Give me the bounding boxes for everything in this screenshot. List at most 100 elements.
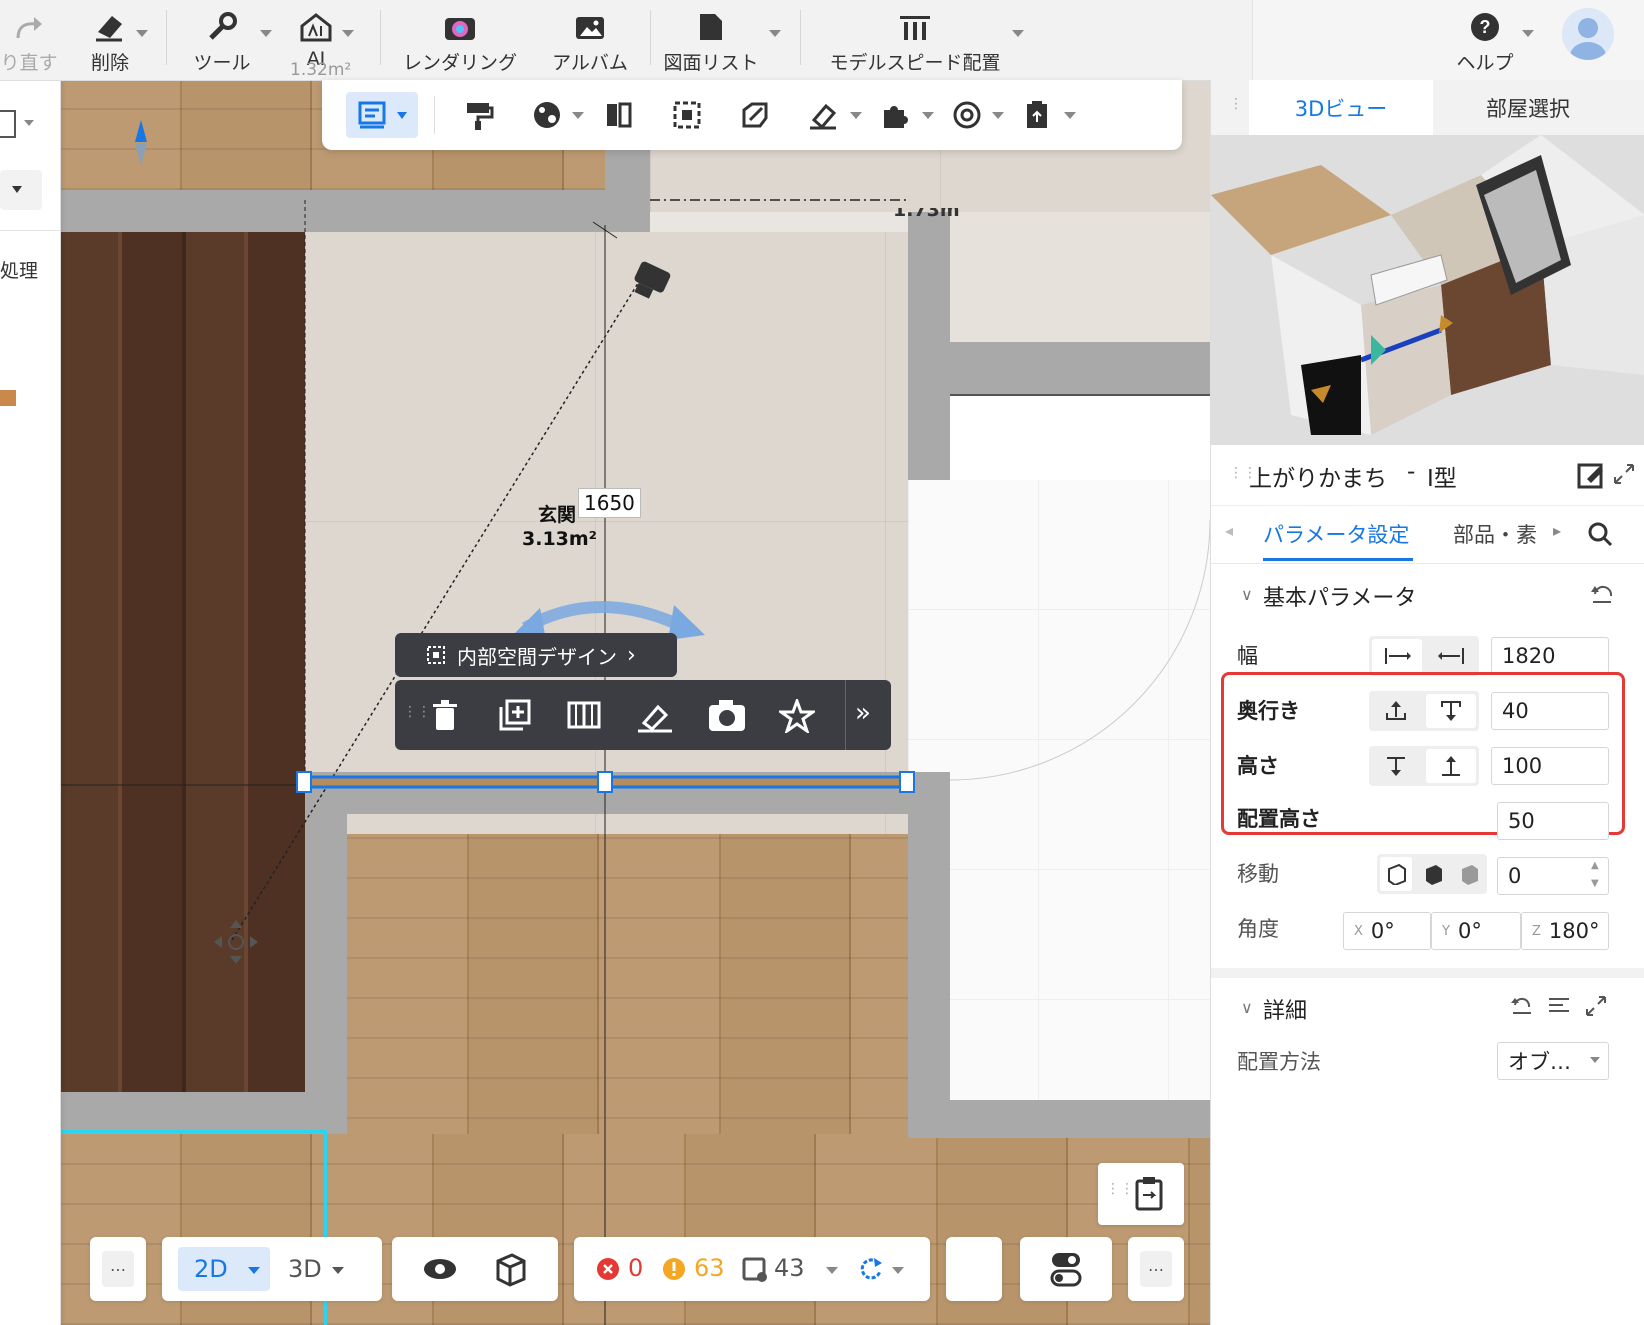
expand-icon[interactable] xyxy=(1613,463,1635,485)
item-list-icon[interactable] xyxy=(742,1257,770,1283)
chevron-down-icon[interactable] xyxy=(24,120,34,126)
tools-button[interactable]: ツール xyxy=(190,0,254,80)
depth-input[interactable]: 40 xyxy=(1491,692,1609,730)
chevron-down-icon[interactable] xyxy=(922,112,934,119)
chevron-down-icon[interactable] xyxy=(342,30,354,37)
chevron-down-icon[interactable] xyxy=(992,112,1004,119)
height-down-button[interactable] xyxy=(1369,746,1423,786)
reset-icon[interactable] xyxy=(1589,582,1615,606)
angle-z-input[interactable]: Z 180° xyxy=(1521,912,1609,950)
stepper-down-icon[interactable]: ▼ xyxy=(1591,878,1599,889)
room-frame-button[interactable] xyxy=(662,92,712,138)
chevron-down-icon[interactable] xyxy=(1012,30,1024,37)
avatar[interactable] xyxy=(1562,8,1614,60)
bottom-more-right[interactable]: … xyxy=(1128,1237,1184,1301)
edit-shape-button[interactable] xyxy=(730,92,780,138)
chevron-right-icon[interactable]: ▸ xyxy=(1553,521,1561,540)
chevron-down-icon[interactable] xyxy=(826,1267,838,1274)
duplicate-button[interactable] xyxy=(493,694,537,738)
search-icon[interactable] xyxy=(1587,521,1613,547)
expand-icon[interactable] xyxy=(1585,995,1607,1017)
rendering-button[interactable]: レンダリング xyxy=(398,0,522,80)
delete-button[interactable] xyxy=(423,694,467,738)
toggle-settings-button[interactable] xyxy=(1020,1237,1112,1301)
palette-button[interactable] xyxy=(522,92,572,138)
chevron-down-icon[interactable] xyxy=(892,1267,904,1274)
width-left-anchor-button[interactable] xyxy=(1372,639,1422,673)
delete-button[interactable]: 削除 xyxy=(80,0,140,80)
chevron-down-icon[interactable]: ∨ xyxy=(1241,585,1253,604)
chevron-down-icon[interactable]: ∨ xyxy=(1241,998,1253,1017)
wall-tool-button[interactable] xyxy=(594,92,644,138)
stepper-up-icon[interactable]: ▲ xyxy=(1591,860,1599,871)
wood-thumbnail[interactable] xyxy=(0,390,16,406)
clipboard-float-button[interactable]: ⋮⋮ xyxy=(1098,1163,1184,1225)
move-mode-2-button[interactable] xyxy=(1415,854,1451,894)
redo-button[interactable]: り直す xyxy=(0,0,58,80)
expand-more-icon[interactable]: » xyxy=(855,698,871,728)
mirror-button[interactable] xyxy=(563,694,607,738)
depth-down-button[interactable] xyxy=(1426,694,1476,728)
height-input[interactable]: 100 xyxy=(1491,747,1609,785)
bottom-more-left[interactable]: … xyxy=(90,1237,146,1301)
blank-tool-button[interactable] xyxy=(946,1237,1002,1301)
album-button[interactable]: アルバム xyxy=(548,0,632,80)
warning-icon[interactable] xyxy=(662,1257,686,1281)
tab-parameters[interactable]: パラメータ設定 xyxy=(1263,519,1409,549)
plugin-button[interactable] xyxy=(870,92,920,138)
cube-icon[interactable] xyxy=(492,1251,528,1287)
chevron-down-icon[interactable] xyxy=(260,30,272,37)
mode-3d-button[interactable]: 3D xyxy=(282,1247,372,1291)
sync-icon[interactable] xyxy=(858,1255,884,1283)
material-brush-button[interactable] xyxy=(633,694,677,738)
model-speed-button[interactable]: モデルスピード配置 xyxy=(824,0,1006,80)
eye-icon[interactable] xyxy=(422,1255,458,1283)
depth-up-button[interactable] xyxy=(1369,691,1423,731)
move-mode-3-button[interactable] xyxy=(1451,854,1487,894)
mode-2d-button[interactable]: 2D xyxy=(178,1247,270,1291)
left-dropdown[interactable] xyxy=(0,170,42,210)
reset-icon[interactable] xyxy=(1509,995,1535,1017)
rendering-label: レンダリング xyxy=(402,52,517,74)
tab-room-select[interactable]: 部屋選択 xyxy=(1433,80,1623,135)
width-input[interactable]: 1820 xyxy=(1491,637,1609,675)
tab-3d-view[interactable]: 3Dビュー xyxy=(1249,80,1433,135)
brush-button[interactable] xyxy=(798,92,848,138)
trash-icon xyxy=(433,700,457,730)
tab-parts-materials[interactable]: 部品・素 xyxy=(1453,519,1545,549)
paint-roller-button[interactable] xyxy=(454,92,504,138)
favorite-button[interactable] xyxy=(775,694,819,738)
target-button[interactable] xyxy=(942,92,992,138)
3d-preview[interactable] xyxy=(1211,135,1644,445)
room-area: 3.13m² xyxy=(522,528,597,550)
interior-design-button[interactable]: 内部空間デザイン › xyxy=(395,633,677,677)
clipboard-button[interactable] xyxy=(1012,92,1062,138)
placement-height-label: 配置高さ xyxy=(1237,807,1321,831)
width-right-anchor-button[interactable] xyxy=(1425,636,1479,676)
move-mode-1-button[interactable] xyxy=(1380,857,1412,891)
chevron-down-icon[interactable] xyxy=(1522,30,1534,37)
placement-height-input[interactable]: 50 xyxy=(1497,802,1609,840)
drawing-list-button[interactable]: 図面リスト xyxy=(658,0,764,80)
angle-x-input[interactable]: X 0° xyxy=(1343,912,1431,950)
chevron-down-icon[interactable] xyxy=(572,112,584,119)
angle-y-input[interactable]: Y 0° xyxy=(1431,912,1521,950)
chevron-down-icon[interactable] xyxy=(850,112,862,119)
chevron-left-icon[interactable]: ◂ xyxy=(1225,521,1233,540)
more-label: … xyxy=(1140,1251,1172,1287)
placement-method-select[interactable]: オブ… xyxy=(1497,1042,1609,1080)
floor-plan-canvas[interactable]: 玄関 3.13m² 1650 1.73m 内部空間デザイン › ⋮⋮ » ⋮⋮ xyxy=(0,80,1210,1325)
chevron-down-icon[interactable] xyxy=(769,30,781,37)
edit-icon[interactable] xyxy=(1577,461,1605,489)
chevron-down-icon xyxy=(248,1267,260,1274)
filter-list-icon[interactable] xyxy=(1547,995,1573,1017)
select-tool-button[interactable] xyxy=(346,92,418,138)
error-icon[interactable] xyxy=(596,1257,620,1281)
help-button[interactable]: ? ヘルプ xyxy=(1450,0,1520,80)
chevron-down-icon[interactable] xyxy=(1064,112,1076,119)
dimension-label[interactable]: 1650 xyxy=(578,488,641,518)
camera-button[interactable] xyxy=(705,694,749,738)
height-up-button[interactable] xyxy=(1426,749,1476,783)
chevron-down-icon[interactable] xyxy=(136,30,148,37)
3d-preview-render xyxy=(1211,135,1644,445)
